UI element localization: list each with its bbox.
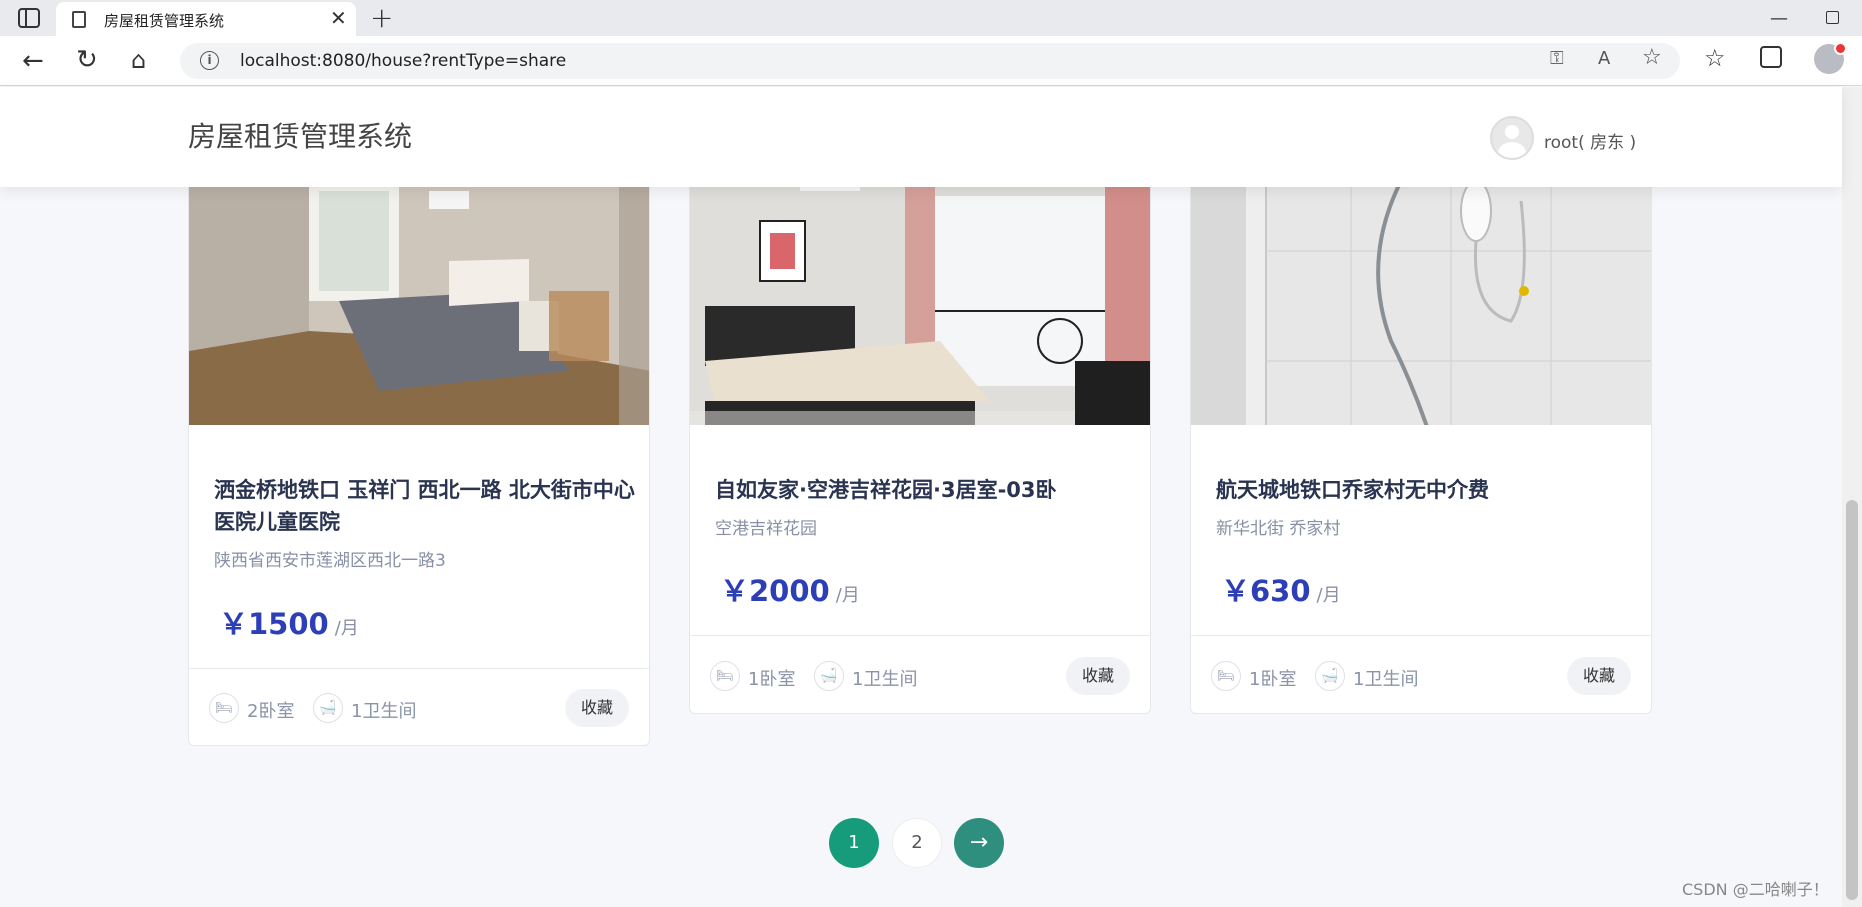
favorites-icon[interactable]: ☆	[1704, 44, 1726, 72]
site-title[interactable]: 房屋租赁管理系统	[188, 115, 412, 155]
bed-icon: 🛏	[209, 693, 239, 723]
bathtub-icon: 🛁	[814, 661, 844, 691]
house-title[interactable]: 洒金桥地铁口 玉祥门 西北一路 北大街市中心医院儿童医院	[214, 474, 644, 538]
bathroom-count: 1卫生间	[1353, 669, 1419, 690]
scrollbar-thumb[interactable]	[1846, 500, 1858, 900]
user-avatar[interactable]	[1490, 116, 1534, 160]
house-price: ￥2000/月	[720, 568, 860, 610]
house-title[interactable]: 自如友家·空港吉祥花园·3居室-03卧	[715, 474, 1145, 506]
site-header: 房屋租赁管理系统 root( 房东 )	[0, 87, 1842, 187]
favorite-button[interactable]: 收藏	[1567, 657, 1631, 695]
arrow-right-icon: →	[969, 830, 989, 855]
house-title[interactable]: 航天城地铁口乔家村无中介费	[1216, 474, 1646, 506]
back-icon[interactable]: ←	[22, 46, 44, 76]
divider	[690, 635, 1150, 636]
price-unit: /月	[835, 585, 860, 606]
bedroom-count: 2卧室	[247, 701, 295, 722]
restore-icon[interactable]	[1826, 11, 1839, 24]
bathtub-icon: 🛁	[313, 693, 343, 723]
house-address: 新华北街 乔家村	[1216, 519, 1341, 539]
bathroom-count: 1卫生间	[852, 669, 918, 690]
read-aloud-icon[interactable]: A	[1598, 48, 1610, 69]
tab-close-icon[interactable]: ✕	[330, 6, 347, 30]
house-card[interactable]: 航天城地铁口乔家村无中介费 新华北街 乔家村 ￥630/月 🛏 1卧室 🛁 1卫…	[1190, 140, 1652, 714]
user-name[interactable]: root( 房东 )	[1544, 128, 1636, 153]
bed-icon: 🛏	[710, 661, 740, 691]
bathtub-icon: 🛁	[1315, 661, 1345, 691]
price-unit: /月	[1316, 585, 1341, 606]
site-info-icon[interactable]: i	[200, 51, 219, 70]
add-favorite-icon[interactable]: ☆	[1642, 45, 1662, 70]
reload-icon[interactable]: ↻	[76, 45, 98, 75]
profile-avatar[interactable]	[1814, 42, 1847, 74]
bedroom-count: 1卧室	[748, 669, 796, 690]
url-text[interactable]: localhost:8080/house?rentType=share	[240, 51, 566, 71]
favorite-button[interactable]: 收藏	[565, 689, 629, 727]
house-price: ￥1500/月	[219, 601, 359, 643]
browser-toolbar: ← ↻ ⌂ i localhost:8080/house?rentType=sh…	[0, 36, 1862, 86]
browser-tab-strip: 房屋租赁管理系统 ✕ + —	[0, 0, 1862, 36]
divider	[1191, 635, 1651, 636]
watermark: CSDN @二哈喇子！	[1682, 880, 1829, 899]
key-icon[interactable]: ⚿	[1550, 48, 1564, 69]
bedroom-count: 1卧室	[1249, 669, 1297, 690]
bathroom-count: 1卫生间	[351, 701, 417, 722]
divider	[189, 668, 649, 669]
house-address: 陕西省西安市莲湖区西北一路3	[214, 551, 446, 571]
tab-title: 房屋租赁管理系统	[104, 12, 225, 30]
house-address: 空港吉祥花园	[715, 519, 817, 539]
favorite-button[interactable]: 收藏	[1066, 657, 1130, 695]
sidebar-toggle-icon[interactable]	[18, 8, 40, 28]
price-unit: /月	[334, 618, 359, 639]
price-amount: ￥2000	[720, 574, 830, 608]
browser-tab[interactable]: 房屋租赁管理系统 ✕	[56, 2, 356, 36]
house-price: ￥630/月	[1221, 568, 1341, 610]
new-tab-icon[interactable]: +	[370, 1, 393, 34]
minimize-icon[interactable]: —	[1770, 8, 1788, 29]
price-amount: ￥630	[1221, 574, 1311, 608]
house-card[interactable]: 洒金桥地铁口 玉祥门 西北一路 北大街市中心医院儿童医院 陕西省西安市莲湖区西北…	[188, 140, 650, 746]
page-2-button[interactable]: 2	[892, 818, 942, 868]
house-card[interactable]: 自如友家·空港吉祥花园·3居室-03卧 空港吉祥花园 ￥2000/月 🛏 1卧室…	[689, 140, 1151, 714]
address-bar[interactable]: i localhost:8080/house?rentType=share ⚿ …	[180, 43, 1680, 79]
collections-icon[interactable]	[1760, 46, 1782, 68]
price-amount: ￥1500	[219, 607, 329, 641]
bed-icon: 🛏	[1211, 661, 1241, 691]
page-icon	[72, 11, 86, 28]
home-icon[interactable]: ⌂	[131, 46, 146, 74]
next-page-button[interactable]: →	[954, 818, 1004, 868]
page-1-button[interactable]: 1	[829, 818, 879, 868]
